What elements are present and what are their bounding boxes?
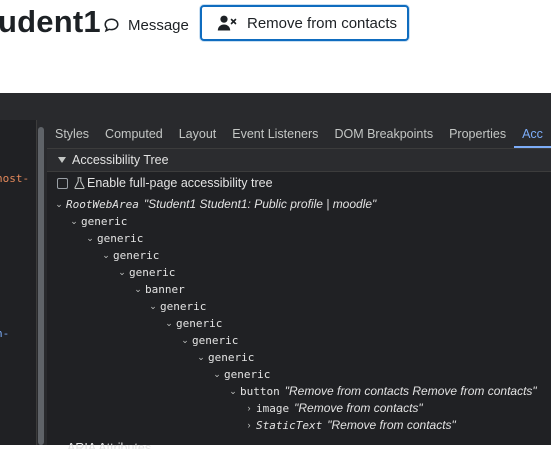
tree-node[interactable]: ⌄ generic [70,213,127,230]
node-role: generic [81,215,128,228]
node-role: generic [176,317,223,330]
tab-layout[interactable]: Layout [171,120,225,148]
aria-attributes-title: ARIA Attributes [67,441,152,449]
tab-properties[interactable]: Properties [441,120,514,148]
chevron-down-icon[interactable]: ⌄ [165,315,173,332]
accessibility-tree-header[interactable]: Accessibility Tree [47,149,551,172]
remove-label: Remove from contacts [247,14,398,32]
node-name: "Remove from contacts Remove from contac… [284,384,537,398]
sidebar-tabs: Styles Computed Layout Event Listeners D… [47,120,551,149]
tab-event-listeners[interactable]: Event Listeners [224,120,326,148]
node-role: generic [129,266,176,279]
node-role: RootWebArea [66,198,139,211]
elements-pane[interactable]: host- n- [0,120,36,445]
chevron-down-icon[interactable]: ⌄ [213,366,221,383]
tree-node[interactable]: ⌄ generic [165,315,222,332]
chevron-right-icon[interactable]: › [245,400,253,417]
chevron-down-icon[interactable]: ⌄ [102,247,110,264]
tree-node[interactable]: ⌄ generic [118,264,175,281]
node-role: generic [192,334,239,347]
tree-node[interactable]: ⌄ generic [149,298,206,315]
sidebar-pane: Styles Computed Layout Event Listeners D… [47,120,551,449]
chevron-down-icon[interactable]: ⌄ [197,349,205,366]
profile-header: udent1 Message Remove from contacts [0,0,551,93]
enable-label: Enable full-page accessibility tree [87,176,273,190]
tree-node[interactable]: ⌄ generic [181,332,238,349]
aria-attributes-header[interactable]: ARIA Attributes [47,439,551,449]
tab-dom-breakpoints[interactable]: DOM Breakpoints [326,120,441,148]
node-role: generic [113,249,160,262]
section-title: Accessibility Tree [72,153,169,167]
enable-full-page-tree-row[interactable]: Enable full-page accessibility tree [57,176,273,190]
tab-computed[interactable]: Computed [97,120,171,148]
tree-node[interactable]: › StaticText "Remove from contacts" [245,417,456,434]
enable-full-page-checkbox[interactable] [57,177,68,189]
node-role: generic [208,351,255,364]
node-role: generic [97,232,144,245]
tree-node[interactable]: ⌄ button "Remove from contacts Remove fr… [229,383,537,400]
node-role: generic [224,368,271,381]
tab-styles[interactable]: Styles [47,120,97,148]
node-name: "Student1 Student1: Public profile | moo… [143,197,377,211]
tree-node[interactable]: ⌄ banner [134,281,185,298]
devtools-top-strip [0,93,551,121]
chevron-down-icon[interactable]: ⌄ [181,332,189,349]
node-role: image [256,402,290,415]
chevron-down-icon[interactable]: ⌄ [118,264,126,281]
tree-node[interactable]: ⌄ generic [86,230,143,247]
user-times-icon [217,15,237,31]
tree-node[interactable]: ⌄ generic [197,349,254,366]
expand-triangle-icon [58,157,66,163]
node-role: StaticText [256,419,323,432]
elements-snippet: host- [0,172,30,185]
remove-from-contacts-button[interactable]: Remove from contacts [200,5,409,41]
tree-node[interactable]: › image "Remove from contacts" [245,400,423,417]
devtools-panel: host- n- Styles Computed Layout Event Li… [0,93,551,449]
elements-scrollbar[interactable] [38,127,44,445]
message-button[interactable]: Message [103,12,189,38]
node-role: button [240,385,280,398]
node-name: "Remove from contacts" [327,418,456,432]
experiment-flask-icon [74,177,85,189]
page-title: udent1 [0,4,101,39]
node-role: generic [160,300,207,313]
chevron-down-icon[interactable]: ⌄ [70,213,78,230]
chevron-right-icon[interactable]: › [245,417,253,434]
message-icon [104,17,119,32]
message-label: Message [128,16,189,34]
tab-accessibility[interactable]: Acc [514,120,551,148]
tree-node[interactable]: ⌄ RootWebArea "Student1 Student1: Public… [55,196,376,213]
chevron-down-icon[interactable]: ⌄ [55,196,63,213]
node-name: "Remove from contacts" [294,401,423,415]
tree-node[interactable]: ⌄ generic [213,366,270,383]
chevron-down-icon[interactable]: ⌄ [149,298,157,315]
tree-node[interactable]: ⌄ generic [102,247,159,264]
chevron-down-icon[interactable]: ⌄ [86,230,94,247]
elements-snippet: n- [0,327,10,340]
chevron-down-icon[interactable]: ⌄ [134,281,142,298]
node-role: banner [145,283,185,296]
chevron-down-icon[interactable]: ⌄ [229,383,237,400]
